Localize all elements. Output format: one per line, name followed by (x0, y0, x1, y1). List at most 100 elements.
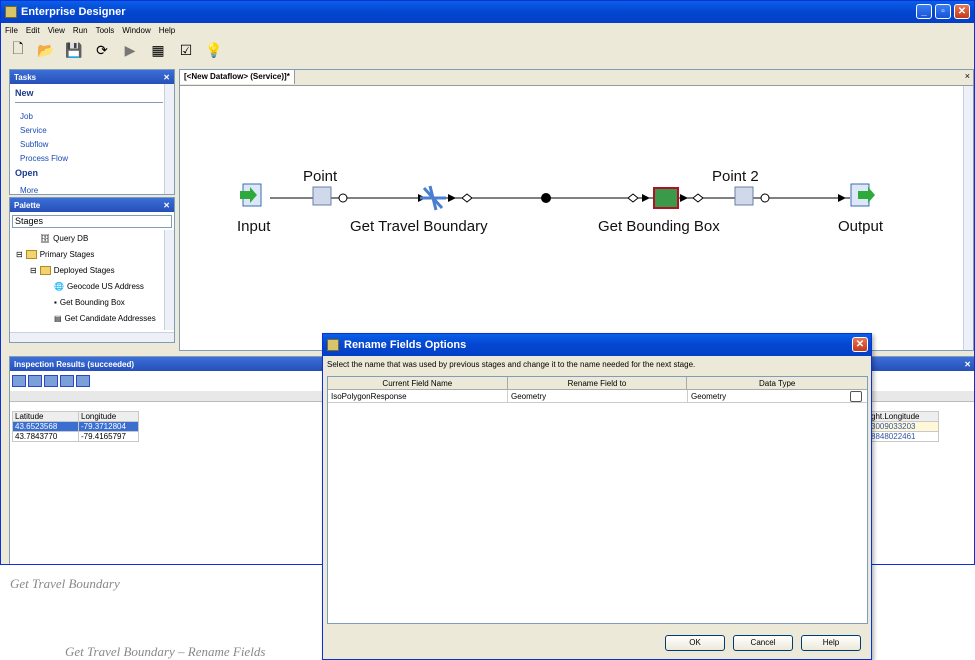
rename-grid: Current Field Name Rename Field to Data … (327, 376, 868, 624)
tasks-scrollbar[interactable] (164, 84, 174, 194)
current-field-cell[interactable]: IsoPolygonResponse (328, 390, 508, 402)
dialog-instruction: Select the name that was used by previou… (327, 360, 696, 369)
task-process-flow[interactable]: Process Flow (20, 152, 68, 166)
pane-close-icon[interactable]: ✕ (163, 73, 170, 82)
cell[interactable]: 3009033203 (868, 421, 939, 432)
dataflow-canvas[interactable]: [<New Dataflow> (Service)]* × Input Poin… (179, 69, 974, 351)
view-icon[interactable] (60, 375, 74, 387)
cell[interactable]: -79.3712804 (78, 421, 139, 432)
view-icon[interactable] (12, 375, 26, 387)
menu-run[interactable]: Run (73, 26, 88, 35)
caption-get-travel-boundary: Get Travel Boundary (10, 576, 120, 591)
dialog-title-bar: Rename Fields Options ✕ (323, 334, 871, 356)
tasks-pane: Tasks ✕ New Job Service Subflow Process F… (9, 69, 175, 195)
col-header-rename-to[interactable]: Rename Field to (508, 377, 688, 389)
tree-item-primary-stages[interactable]: ⊟ Primary Stages (16, 250, 94, 259)
col-header-right-longitude[interactable]: ght.Longitude (868, 411, 939, 422)
canvas-vscrollbar[interactable] (963, 86, 973, 350)
col-header-data-type[interactable]: Data Type (687, 377, 867, 389)
palette-header: Palette ✕ (10, 198, 174, 212)
menu-file[interactable]: File (5, 26, 18, 35)
tree-item-get-candidate-addresses[interactable]: ▤ Get Candidate Addresses (54, 314, 156, 323)
menu-help[interactable]: Help (159, 26, 175, 35)
collapse-icon: ⊟ (16, 250, 23, 259)
maximize-button[interactable]: ▫ (935, 4, 951, 19)
run-icon[interactable]: ▶ (121, 41, 139, 59)
task-subflow[interactable]: Subflow (20, 138, 68, 152)
data-type-dropdown-button[interactable] (850, 391, 862, 402)
node-label-point2: Point 2 (712, 168, 759, 185)
node-label-input: Input (237, 218, 271, 235)
ok-button[interactable]: OK (665, 635, 725, 651)
cell[interactable]: 43.6523568 (12, 421, 79, 432)
database-icon: 🗄 (40, 234, 51, 243)
menu-window[interactable]: Window (122, 26, 150, 35)
dialog-icon (327, 339, 339, 351)
grid-icon[interactable]: ▦ (149, 41, 167, 59)
toolbar: 🗋 📂 💾 ⟳ ▶ ▦ ☑ 💡 (1, 37, 974, 63)
caption-rename-fields: Get Travel Boundary – Rename Fields (65, 644, 266, 659)
col-header-longitude[interactable]: Longitude (78, 411, 139, 422)
help-button[interactable]: Help (801, 635, 861, 651)
title-bar: Enterprise Designer _ ▫ ✕ (1, 1, 974, 23)
palette-close-icon[interactable]: ✕ (163, 201, 170, 210)
tree-label: Primary Stages (39, 250, 95, 259)
tasks-header: Tasks ✕ (10, 70, 174, 84)
tasks-title: Tasks (14, 72, 37, 82)
task-job[interactable]: Job (20, 110, 68, 124)
flow-diagram (240, 183, 875, 211)
inspection-table: Latitude Longitude 43.6523568 -79.3712804 … (12, 411, 139, 442)
get-bounding-box-icon (653, 187, 679, 209)
point-icon (312, 186, 332, 206)
open-folder-icon[interactable]: 📂 (37, 41, 55, 59)
palette-scrollbar[interactable] (164, 230, 174, 330)
stages-dropdown[interactable]: Stages (12, 215, 172, 228)
tree-item-geocode[interactable]: 🌐 Geocode US Address (54, 282, 144, 291)
cell[interactable]: 43.7843770 (12, 431, 79, 442)
minimize-button[interactable]: _ (916, 4, 932, 19)
menu-edit[interactable]: Edit (26, 26, 40, 35)
view-icon[interactable] (76, 375, 90, 387)
tasks-new-header: New (15, 88, 34, 98)
diamond-port (461, 193, 473, 203)
data-type-cell[interactable]: Geometry (688, 390, 850, 402)
inspection-title: Inspection Results (succeeded) (14, 359, 135, 369)
cell[interactable]: -79.4165797 (78, 431, 139, 442)
new-icon[interactable]: 🗋 (9, 40, 27, 59)
stage-icon: ▤ (54, 314, 62, 323)
node-label-get-bounding-box: Get Bounding Box (598, 218, 720, 235)
rename-field-input[interactable]: Geometry (508, 390, 688, 402)
dialog-close-button[interactable]: ✕ (852, 337, 868, 352)
tree-item-query-db[interactable]: 🗄 Query DB (40, 234, 88, 243)
view-icon[interactable] (44, 375, 58, 387)
globe-icon: 🌐 (54, 282, 64, 291)
tree-item-get-bounding-box[interactable]: ▪ Get Bounding Box (54, 298, 125, 307)
task-service[interactable]: Service (20, 124, 68, 138)
palette-hscrollbar[interactable] (10, 332, 174, 342)
view-icon[interactable] (28, 375, 42, 387)
close-button[interactable]: ✕ (954, 4, 970, 19)
validate-icon[interactable]: ☑ (177, 41, 195, 59)
stage-icon: ▪ (54, 298, 57, 307)
save-icon[interactable]: 💾 (65, 41, 83, 59)
tasks-open-header: Open (15, 168, 39, 178)
folder-icon (25, 250, 37, 259)
point2-icon (734, 186, 754, 206)
refresh-icon[interactable]: ⟳ (93, 41, 111, 59)
tree-item-deployed-stages[interactable]: ⊟ Deployed Stages (30, 266, 115, 275)
task-more[interactable]: More (20, 186, 38, 195)
tree-label: Query DB (53, 234, 89, 243)
inspection-toolbar (12, 375, 90, 387)
folder-icon (39, 266, 51, 275)
get-travel-boundary-icon (420, 185, 446, 211)
inspection-close-icon[interactable]: ✕ (964, 360, 971, 369)
col-header-latitude[interactable]: Latitude (12, 411, 79, 422)
menu-tools[interactable]: Tools (96, 26, 115, 35)
col-header-current-field[interactable]: Current Field Name (328, 377, 508, 389)
cancel-button[interactable]: Cancel (733, 635, 793, 651)
dialog-title: Rename Fields Options (344, 339, 467, 351)
cell[interactable]: 8848022461 (868, 431, 939, 442)
lightbulb-icon[interactable]: 💡 (205, 41, 223, 59)
menu-view[interactable]: View (48, 26, 65, 35)
tree-label: Deployed Stages (53, 266, 115, 275)
